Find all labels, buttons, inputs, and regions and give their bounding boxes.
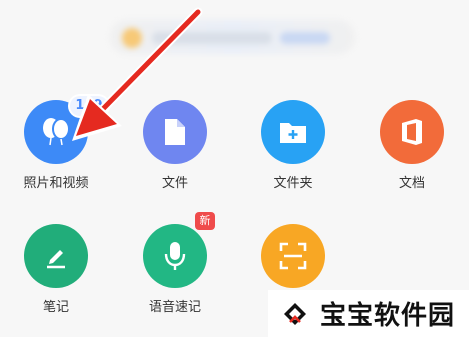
folder-button[interactable] [261,100,325,164]
scan-icon [279,242,307,270]
blurred-text [152,32,272,44]
tile-documents[interactable]: 文档 [362,100,462,192]
tile-notes[interactable]: 笔记 [6,224,106,316]
tile-label: 文件 [161,176,188,191]
watermark-text: 宝宝软件园 [320,301,456,331]
tile-label: 笔记 [42,300,69,315]
photos-videos-button[interactable]: 109 [24,96,108,164]
watermark: 宝宝软件园 [268,290,469,337]
tile-voice-memo[interactable]: 新 语音速记 [125,212,225,316]
tile-label: 照片和视频 [23,176,89,191]
tile-photos-videos[interactable]: 109 照片和视频 [6,96,108,192]
tile-label: 文档 [398,176,425,191]
notes-button[interactable] [24,224,88,288]
microphone-icon [164,242,186,270]
blurred-avatar [122,28,142,48]
office-icon [402,119,422,145]
diamond-logo-icon [284,302,306,325]
blurred-header [110,20,355,54]
blurred-text-accent [280,32,330,44]
folder-add-icon [280,123,306,143]
balloon-icon [43,118,70,146]
pencil-icon [47,250,65,269]
scan-button[interactable] [261,224,325,288]
tile-label: 语音速记 [148,300,201,315]
tile-label: 文件夹 [273,176,313,191]
files-button[interactable] [143,100,207,164]
voice-memo-button[interactable]: 新 [143,212,215,288]
tile-folder[interactable]: 文件夹 [243,100,343,192]
documents-button[interactable] [380,100,444,164]
file-icon [165,119,185,145]
tile-scan[interactable] [243,224,343,300]
tile-files[interactable]: 文件 [125,100,225,192]
new-badge: 新 [195,212,215,230]
count-badge: 109 [70,96,108,116]
